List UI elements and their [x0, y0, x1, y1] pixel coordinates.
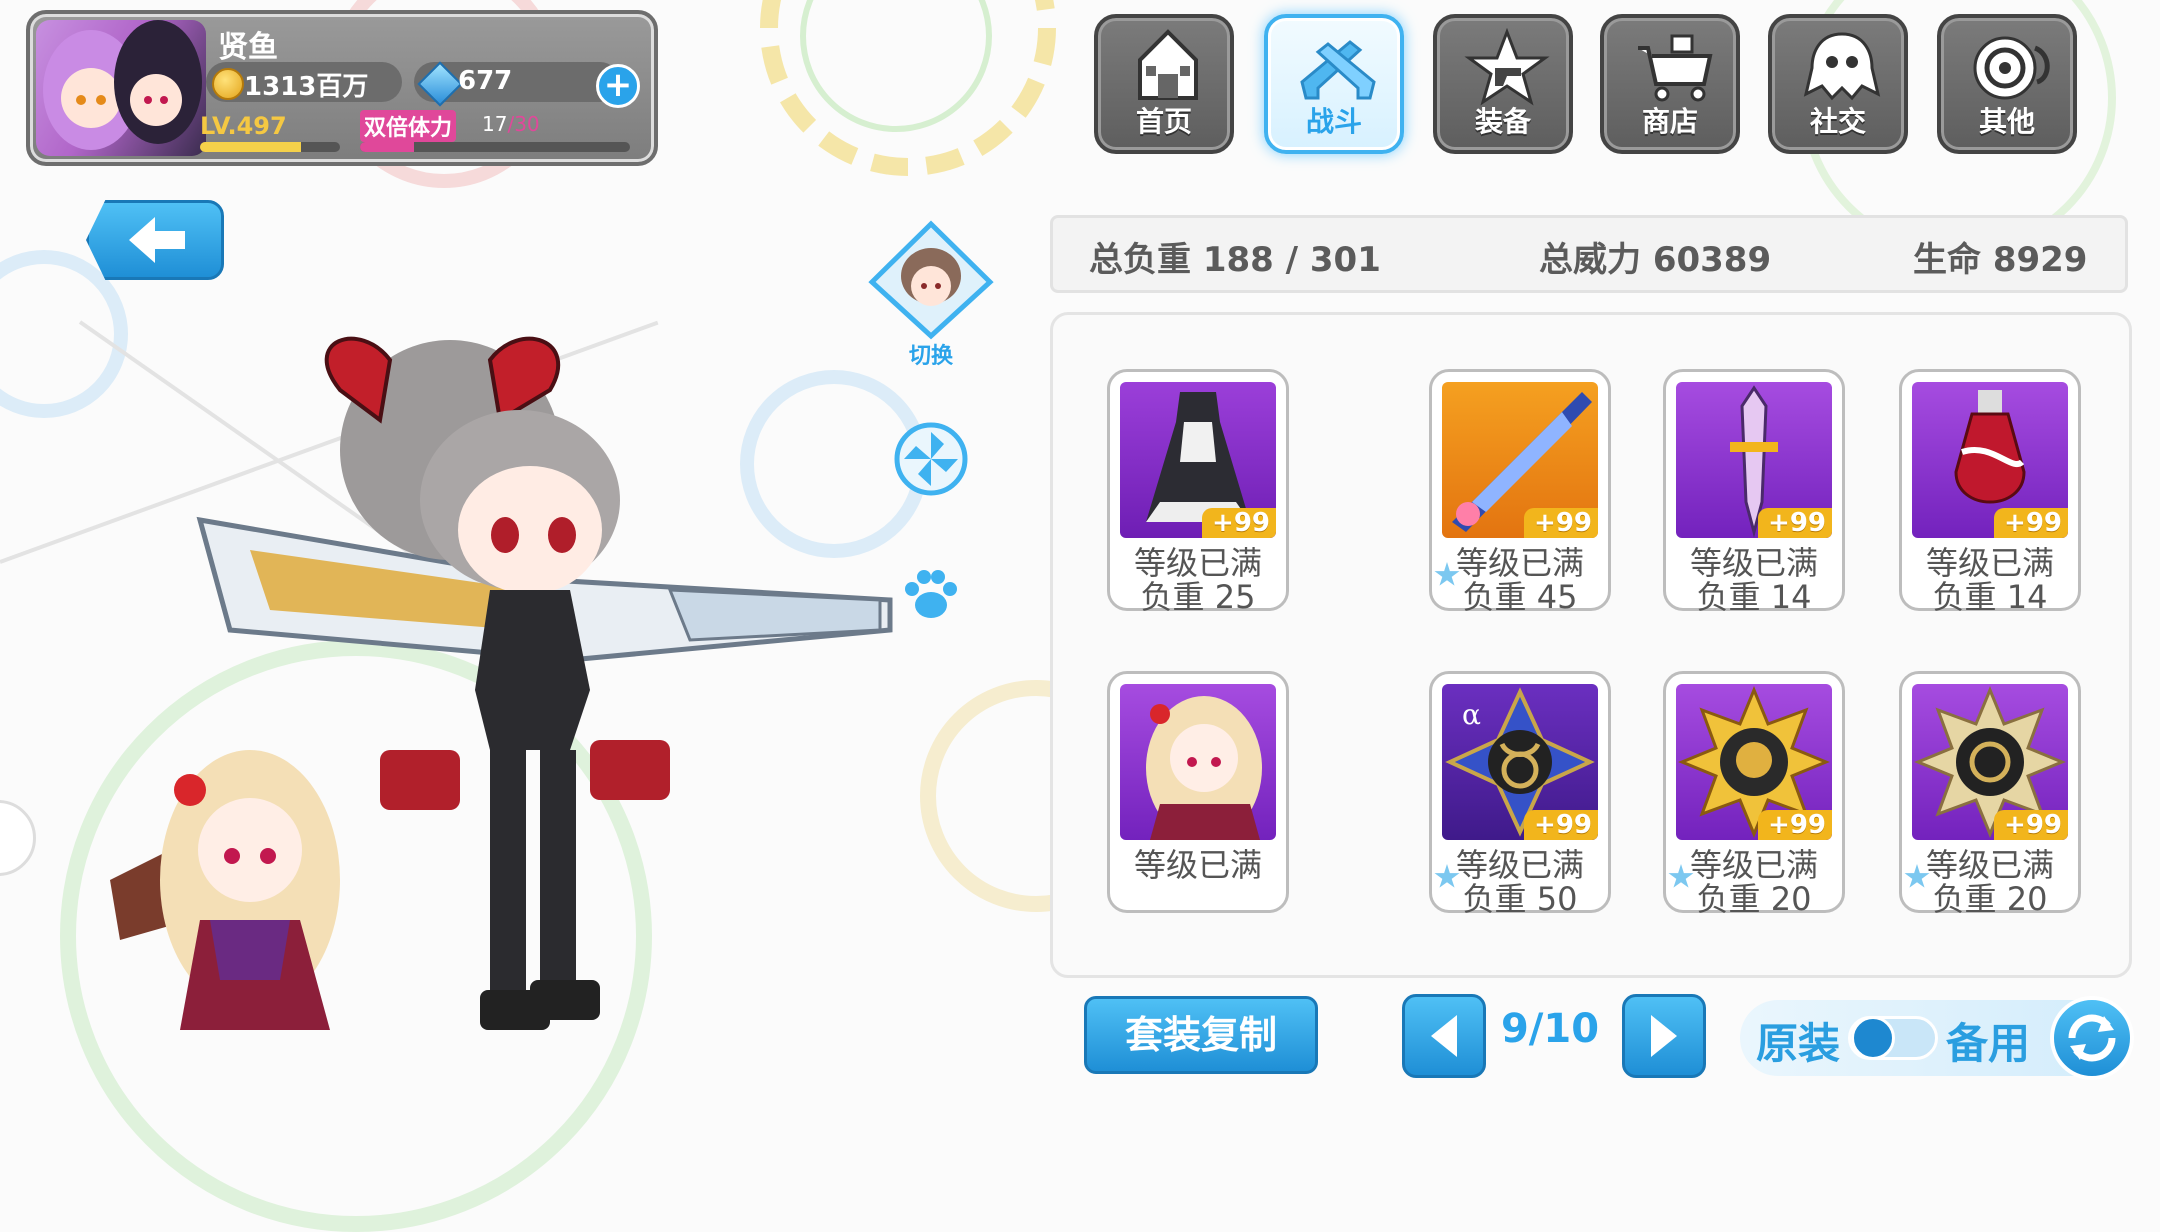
- refresh-icon: [2068, 1014, 2116, 1062]
- character-portrait-icon: [868, 220, 994, 340]
- equip-slot-costume[interactable]: +99 等级已满 负重 25: [1107, 369, 1289, 616]
- prev-page-button[interactable]: [1402, 994, 1486, 1078]
- stamina-max: /30: [507, 112, 540, 136]
- total-power-stat: 总威力 60389: [1539, 240, 1772, 280]
- nav-equipment-button[interactable]: 装备: [1433, 14, 1573, 154]
- right-triangle-icon: [1651, 1015, 1677, 1057]
- side-menu-handle-icon[interactable]: [0, 800, 36, 876]
- social-ghost-icon: [1803, 32, 1881, 101]
- equip-slot-blade[interactable]: +99 等级已满 负重 14: [1663, 369, 1845, 616]
- left-triangle-icon: [1431, 1015, 1457, 1057]
- potion-bottle-icon: +99: [1912, 382, 2068, 538]
- original-loadout-label[interactable]: 原装: [1756, 1010, 1840, 1071]
- slot-weight: 负重 45: [1462, 578, 1578, 616]
- toggle-knob: [1851, 1016, 1895, 1060]
- plus-badge: +99: [1994, 810, 2068, 840]
- backup-loadout-label[interactable]: 备用: [1946, 1010, 2030, 1071]
- nav-battle-button[interactable]: 战斗: [1264, 14, 1404, 154]
- equip-slot-badge-silver[interactable]: +99 等级已满 负重 20: [1899, 671, 2081, 918]
- player-name: 贤鱼: [218, 30, 278, 65]
- player-avatar[interactable]: [36, 20, 206, 156]
- slot-weight: 负重 25: [1140, 578, 1256, 616]
- plus-badge: +99: [1758, 508, 1832, 538]
- back-button[interactable]: [86, 200, 224, 280]
- house-icon: [1138, 29, 1198, 100]
- slot-weight: 负重 50: [1462, 880, 1578, 918]
- player-level: LV.497: [200, 112, 287, 140]
- slot-weight: 负重 20: [1696, 880, 1812, 918]
- nav-battle-label: 战斗: [1305, 105, 1362, 138]
- player-profile-card[interactable]: 贤鱼 1313百万 677 + LV.497 双倍体力 17/30: [26, 10, 658, 166]
- plus-badge: +99: [1524, 508, 1598, 538]
- level-progress-bar: [200, 142, 340, 152]
- add-gems-button[interactable]: +: [596, 64, 640, 108]
- refresh-button[interactable]: [2050, 996, 2134, 1080]
- equip-slot-badge-gold[interactable]: +99 等级已满 负重 20: [1663, 671, 1845, 918]
- equip-slot-weapon[interactable]: +99 等级已满 负重 45: [1429, 369, 1611, 616]
- taurus-medal-icon: α +99: [1442, 684, 1598, 840]
- gold-coin-icon: [212, 68, 244, 100]
- shop-cart-icon: [1638, 34, 1713, 102]
- plus-badge: +99: [1202, 508, 1276, 538]
- nav-shop-button[interactable]: 商店: [1600, 14, 1740, 154]
- slot-weight: 负重 14: [1696, 578, 1812, 616]
- pet-portrait-icon: [1120, 684, 1276, 840]
- nav-other-label: 其他: [1978, 105, 2035, 138]
- nav-home-label: 首页: [1135, 105, 1192, 138]
- silver-sun-medal-icon: +99: [1912, 684, 2068, 840]
- slot-status: 等级已满: [1133, 846, 1262, 884]
- plus-badge: +99: [1994, 508, 2068, 538]
- equip-slot-badge-alpha[interactable]: α +99 等级已满 负重 50: [1429, 671, 1611, 918]
- back-arrow-icon: [129, 217, 185, 263]
- gem-amount: 677: [458, 66, 513, 96]
- nav-equipment-label: 装备: [1474, 105, 1531, 138]
- star-gun-icon: [1464, 28, 1550, 106]
- loadout-toggle-group: 原装 备用: [1740, 996, 2134, 1080]
- nav-other-button[interactable]: 其他: [1937, 14, 2077, 154]
- stamina-progress-bar: [360, 142, 630, 152]
- copy-outfit-button[interactable]: 套装复制: [1084, 996, 1318, 1074]
- pet-character-sprite: [110, 750, 340, 1030]
- stamina-current: 17: [482, 112, 508, 136]
- stamina-progress-fill: [360, 142, 414, 152]
- target-swirl-icon: [1973, 36, 2050, 100]
- stats-summary-bar: 总负重 188 / 301 总威力 60389 生命 8929: [1050, 215, 2128, 293]
- svg-text:α: α: [1462, 698, 1481, 731]
- plus-badge: +99: [1758, 810, 1832, 840]
- gold-sun-medal-icon: +99: [1676, 684, 1832, 840]
- slot-weight: 负重 14: [1932, 578, 2048, 616]
- nav-home-button[interactable]: 首页: [1094, 14, 1234, 154]
- loadout-toggle-switch[interactable]: [1848, 1016, 1938, 1060]
- crystal-blade-icon: +99: [1676, 382, 1832, 538]
- double-stamina-label: 双倍体力: [360, 110, 457, 142]
- page-indicator: 9/10: [1500, 1006, 1600, 1052]
- nav-shop-label: 商店: [1641, 105, 1698, 138]
- stamina-value: 17/30: [482, 112, 540, 136]
- hp-stat: 生命 8929: [1913, 240, 2088, 280]
- sniper-rifle-icon: +99: [1442, 382, 1598, 538]
- level-progress-fill: [200, 142, 301, 152]
- next-page-button[interactable]: [1622, 994, 1706, 1078]
- slot-weight: 负重 20: [1932, 880, 2048, 918]
- plus-badge: +99: [1524, 810, 1598, 840]
- equip-slot-potion[interactable]: +99 等级已满 负重 14: [1899, 369, 2081, 616]
- equip-slot-pet[interactable]: 等级已满: [1107, 671, 1289, 913]
- nav-social-label: 社交: [1809, 105, 1866, 138]
- costume-dress-icon: +99: [1120, 382, 1276, 538]
- total-weight-stat: 总负重 188 / 301: [1089, 240, 1381, 280]
- crossed-guns-icon: [1300, 40, 1376, 100]
- gold-amount: 1313百万: [244, 72, 369, 102]
- nav-social-button[interactable]: 社交: [1768, 14, 1908, 154]
- equipment-panel: +99 等级已满 负重 25 +99 等级已满 负重 45 +99 等级已满 负…: [1050, 312, 2132, 978]
